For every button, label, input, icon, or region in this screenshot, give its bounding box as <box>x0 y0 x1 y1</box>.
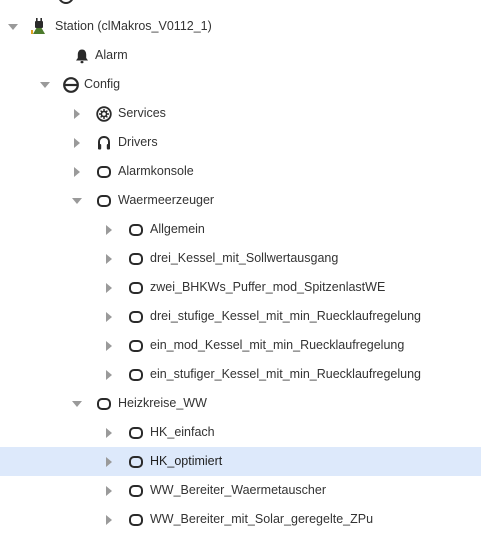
folder-icon <box>127 337 144 354</box>
expand-toggle-collapsed[interactable] <box>102 310 116 324</box>
tree-node-allgemein[interactable]: Allgemein <box>0 215 481 244</box>
tree-node-label: Alarm <box>95 48 128 62</box>
tree-node-label: Config <box>84 77 121 91</box>
tree-node-station[interactable]: Station (clMakros_V0112_1) <box>0 12 481 41</box>
tree-node-ein-stufiger[interactable]: ein_stufiger_Kessel_mit_min_Ruecklaufreg… <box>0 360 481 389</box>
expand-toggle-expanded[interactable] <box>70 397 84 411</box>
drivers-icon <box>95 134 112 151</box>
tree-node-label: drei_Kessel_mit_Sollwertausgang <box>150 251 339 265</box>
tree-node-zwei-bhkws[interactable]: zwei_BHKWs_Puffer_mod_SpitzenlastWE <box>0 273 481 302</box>
tree-node-label: HK_optimiert <box>150 454 223 468</box>
tree-node-label: Station (clMakros_V0112_1) <box>55 19 212 33</box>
folder-icon <box>127 453 144 470</box>
expand-toggle-expanded[interactable] <box>38 78 52 92</box>
expand-toggle-collapsed[interactable] <box>102 426 116 440</box>
tree-node-alarm[interactable]: Alarm <box>0 41 481 70</box>
folder-icon <box>127 366 144 383</box>
folder-icon <box>127 279 144 296</box>
scrolled-row-remnant <box>0 0 481 8</box>
folder-icon <box>127 482 144 499</box>
tree-node-ww-bereiter-waermetauscher[interactable]: WW_Bereiter_Waermetauscher <box>0 476 481 505</box>
expand-toggle-expanded[interactable] <box>6 20 20 34</box>
tree-node-label: zwei_BHKWs_Puffer_mod_SpitzenlastWE <box>150 280 386 294</box>
gear-circle-icon <box>95 105 112 122</box>
expand-toggle-collapsed[interactable] <box>102 281 116 295</box>
expand-toggle-expanded[interactable] <box>70 194 84 208</box>
expand-toggle-collapsed[interactable] <box>102 368 116 382</box>
tree-node-config[interactable]: Config <box>0 70 481 99</box>
tree-node-label: Drivers <box>118 135 158 149</box>
tree-node-label: ein_mod_Kessel_mit_min_Ruecklaufregelung <box>150 338 405 352</box>
station-plug-icon <box>30 18 47 35</box>
tree-node-drivers[interactable]: Drivers <box>0 128 481 157</box>
folder-icon <box>127 424 144 441</box>
tree-node-label: Services <box>118 106 166 120</box>
expand-toggle-collapsed[interactable] <box>102 252 116 266</box>
folder-icon <box>127 221 144 238</box>
tree-node-label: Heizkreise_WW <box>118 396 207 410</box>
expand-toggle-collapsed[interactable] <box>102 484 116 498</box>
nav-tree: Station (clMakros_V0112_1) Alarm Config <box>0 12 481 534</box>
bell-icon <box>73 47 90 64</box>
tree-node-hk-einfach[interactable]: HK_einfach <box>0 418 481 447</box>
expand-toggle-collapsed[interactable] <box>102 339 116 353</box>
tree-node-heizkreise[interactable]: Heizkreise_WW <box>0 389 481 418</box>
database-icon <box>62 76 79 93</box>
expand-toggle-collapsed[interactable] <box>70 136 84 150</box>
expand-toggle-collapsed[interactable] <box>102 455 116 469</box>
tree-node-label: Allgemein <box>150 222 205 236</box>
expand-toggle-collapsed[interactable] <box>70 107 84 121</box>
folder-icon <box>95 192 112 209</box>
folder-icon <box>127 250 144 267</box>
tree-node-label: Alarmkonsole <box>118 164 194 178</box>
expand-toggle-collapsed[interactable] <box>70 165 84 179</box>
partial-icon <box>58 0 74 4</box>
expand-toggle-collapsed[interactable] <box>102 223 116 237</box>
tree-node-label: WW_Bereiter_mit_Solar_geregelte_ZPu <box>150 512 374 526</box>
tree-node-alarmkonsole[interactable]: Alarmkonsole <box>0 157 481 186</box>
folder-icon <box>95 163 112 180</box>
tree-node-waermeerzeuger[interactable]: Waermeerzeuger <box>0 186 481 215</box>
tree-node-ww-bereiter-solar[interactable]: WW_Bereiter_mit_Solar_geregelte_ZPu <box>0 505 481 534</box>
expand-toggle-collapsed[interactable] <box>102 513 116 527</box>
tree-node-label: Waermeerzeuger <box>118 193 215 207</box>
folder-icon <box>127 308 144 325</box>
tree-node-label: HK_einfach <box>150 425 215 439</box>
tree-node-label: ein_stufiger_Kessel_mit_min_Ruecklaufreg… <box>150 367 421 381</box>
tree-node-services[interactable]: Services <box>0 99 481 128</box>
tree-node-label: WW_Bereiter_Waermetauscher <box>150 483 326 497</box>
folder-icon <box>127 511 144 528</box>
tree-node-ein-mod[interactable]: ein_mod_Kessel_mit_min_Ruecklaufregelung <box>0 331 481 360</box>
tree-node-drei-stufige[interactable]: drei_stufige_Kessel_mit_min_Ruecklaufreg… <box>0 302 481 331</box>
tree-node-label: drei_stufige_Kessel_mit_min_Ruecklaufreg… <box>150 309 421 323</box>
tree-node-hk-optimiert[interactable]: HK_optimiert <box>0 447 481 476</box>
folder-icon <box>95 395 112 412</box>
tree-node-drei-kessel[interactable]: drei_Kessel_mit_Sollwertausgang <box>0 244 481 273</box>
